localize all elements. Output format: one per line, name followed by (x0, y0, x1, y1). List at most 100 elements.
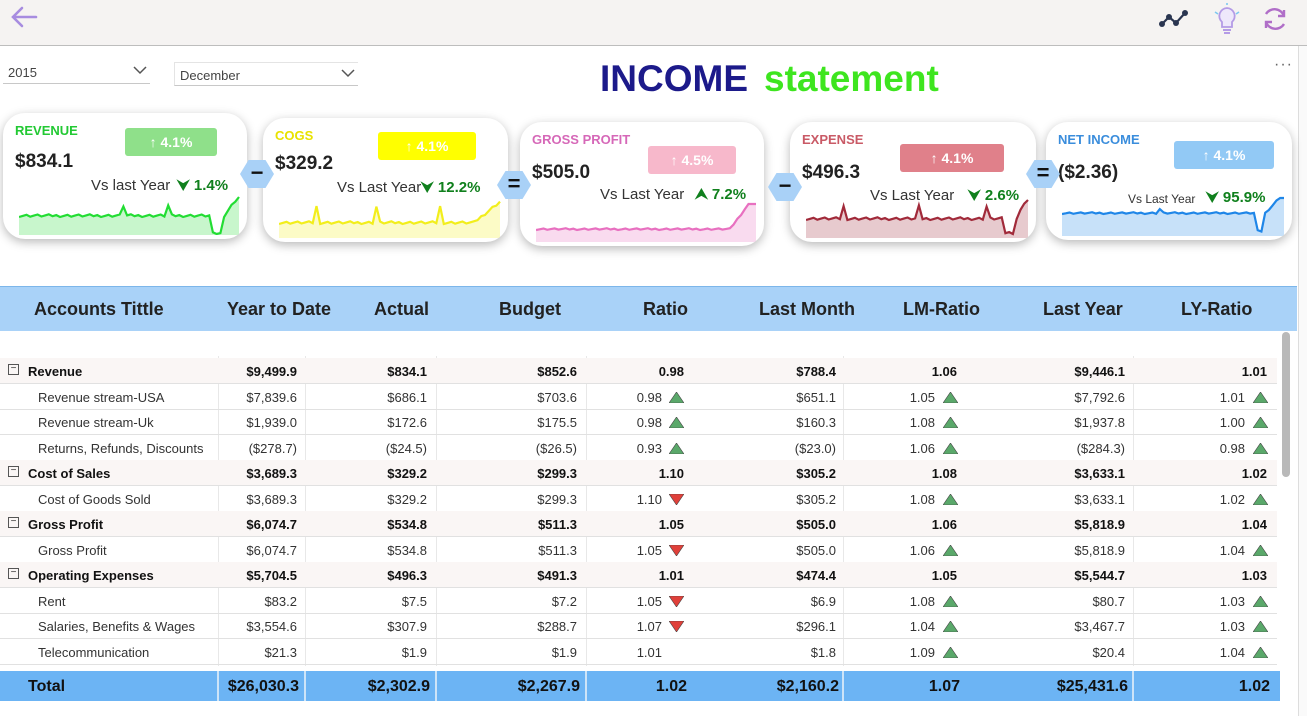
kpi-label: NET INCOME (1058, 132, 1140, 147)
kpi-card-revenue[interactable]: REVENUE ↑ 4.1% $834.1 Vs last Year ⮟ 1.4% (3, 113, 247, 239)
cell-actual: $329.2 (387, 492, 427, 507)
table-row[interactable]: Revenue stream-Uk $1,939.0 $172.6 $175.5 0.9… (0, 409, 1277, 435)
total-last-year: $25,431.6 (1056, 678, 1128, 695)
cell-lyr: 1.01 (1219, 390, 1245, 405)
more-options-icon[interactable]: ··· (1274, 56, 1293, 74)
table-row[interactable]: Cost of Goods Sold $3,689.3 $329.2 $299.3 1.… (0, 486, 1277, 512)
triangle-up-icon (1253, 596, 1268, 607)
collapse-icon[interactable]: − (8, 466, 19, 477)
page-scrollbar[interactable] (1298, 46, 1307, 716)
total-budget: $2,267.9 (517, 678, 580, 695)
cell-ly: $7,792.6 (1074, 390, 1125, 405)
cell-lyr: 1.00 (1219, 415, 1245, 430)
cell-lm: $505.0 (796, 517, 836, 532)
table-row[interactable]: Rent $83.2 $7.5 $7.2 1.05 $6.9 1.08 $80.7 1.03 (0, 588, 1277, 614)
trend-icon[interactable] (1158, 2, 1192, 36)
triangle-down-icon (669, 545, 684, 556)
cell-budget: $299.3 (537, 492, 577, 507)
header-last-year[interactable]: Last Year (1043, 299, 1123, 320)
account-name: Revenue stream-USA (38, 390, 165, 405)
account-name: Salaries, Benefits & Wages (38, 619, 196, 634)
account-name: Revenue (28, 364, 83, 379)
table-row[interactable]: Revenue stream-USA $7,839.6 $686.1 $703.6 0.… (0, 384, 1277, 410)
header-last-month[interactable]: Last Month (759, 299, 855, 320)
table-row[interactable]: Salaries, Benefits & Wages $3,554.6 $307.9… (0, 613, 1277, 639)
kpi-card-expense[interactable]: EXPENSE ↑ 4.1% $496.3 Vs Last Year ⮟ 2.6% (790, 122, 1036, 242)
cell-lmr: 1.09 (909, 645, 935, 660)
kpi-card-gross-profit[interactable]: GROSS PROFIT ↑ 4.5% $505.0 Vs Last Year ⮝ 7.… (520, 122, 764, 246)
cell-ytd: $6,074.7 (246, 517, 297, 532)
cell-lm: $305.2 (796, 466, 836, 481)
triangle-up-icon (943, 545, 958, 556)
table-row[interactable]: Returns, Refunds, Discounts ($278.7) ($24.… (0, 435, 1277, 461)
collapse-icon[interactable]: − (8, 568, 19, 579)
page-title: INCOME statement (600, 58, 939, 100)
month-select[interactable]: December (174, 62, 358, 86)
table-row[interactable]: Gross Profit $6,074.7 $534.8 $511.3 1.05 $505… (0, 537, 1277, 563)
header-budget[interactable]: Budget (499, 299, 561, 320)
cell-lmr: 1.06 (931, 364, 957, 379)
cell-budget: $175.5 (537, 415, 577, 430)
total-separator (1132, 671, 1134, 701)
cell-ratio: 1.07 (636, 619, 662, 634)
sparkline-area (279, 201, 500, 238)
triangle-up-icon (1253, 417, 1268, 428)
collapse-icon[interactable]: − (8, 364, 19, 375)
cell-ytd: ($278.7) (248, 441, 297, 456)
cell-lmr: 1.08 (909, 492, 935, 507)
cell-budget: ($26.5) (535, 441, 577, 456)
cell-actual: $834.1 (387, 364, 427, 379)
lightbulb-icon[interactable] (1210, 2, 1244, 36)
header-ratio[interactable]: Ratio (643, 299, 688, 320)
triangle-up-icon (1253, 545, 1268, 556)
kpi-sparkline (536, 202, 756, 242)
cell-lmr: 1.04 (909, 619, 935, 634)
cell-ly: $1,937.8 (1074, 415, 1125, 430)
title-word-income: INCOME (600, 58, 748, 99)
refresh-icon[interactable] (1258, 2, 1292, 36)
header-actual[interactable]: Actual (374, 299, 429, 320)
account-name: Telecommunication (38, 645, 150, 660)
triangle-down-icon (669, 621, 684, 632)
cell-lyr: 1.01 (1241, 364, 1267, 379)
kpi-change-badge: ↑ 4.1% (125, 128, 217, 156)
header-lm-ratio[interactable]: LM-Ratio (903, 299, 980, 320)
kpi-card-net-income[interactable]: NET INCOME ↑ 4.1% ($2.36) Vs Last Year ⮟ 95.… (1046, 122, 1292, 240)
total-ytd: $26,030.3 (227, 678, 299, 695)
cell-ly: $3,633.1 (1074, 466, 1125, 481)
table-row[interactable]: Telecommunication $21.3 $1.9 $1.9 1.01 $1.8 1.… (0, 639, 1277, 665)
cell-ly: $20.4 (1092, 645, 1125, 660)
cell-ytd: $3,689.3 (246, 492, 297, 507)
cell-actual: $1.9 (401, 645, 427, 660)
cell-ytd: $21.3 (264, 645, 297, 660)
table-group-row[interactable]: − Revenue $9,499.9 $834.1 $852.6 0.98 $788.4 1.… (0, 358, 1277, 384)
cell-lm: $160.3 (796, 415, 836, 430)
cell-lmr: 1.08 (931, 466, 957, 481)
cell-lm: $1.8 (810, 645, 836, 660)
account-name: Cost of Sales (28, 466, 111, 481)
table-scrollbar[interactable] (1282, 332, 1290, 477)
cell-budget: $511.3 (538, 543, 577, 558)
header-accounts-title[interactable]: Accounts Tittle (34, 299, 164, 320)
year-select[interactable]: 2015 (3, 60, 150, 84)
header-year-to-date[interactable]: Year to Date (227, 299, 331, 320)
back-arrow-icon[interactable] (8, 2, 42, 32)
kpi-vs-label: Vs last Year (91, 177, 171, 194)
kpi-card-cogs[interactable]: COGS ↑ 4.1% $329.2 Vs Last Year ⮟ 12.2% (263, 118, 508, 242)
table-group-row[interactable]: − Cost of Sales $3,689.3 $329.2 $299.3 1.10 $3… (0, 460, 1277, 486)
cell-lmr: 1.06 (931, 517, 957, 532)
table-header: Accounts Tittle Year to Date Actual Budg… (0, 286, 1297, 331)
cell-ytd: $7,839.6 (246, 390, 297, 405)
kpi-amount: $496.3 (802, 162, 861, 183)
table-group-row[interactable]: − Operating Expenses $5,704.5 $496.3 $491.3 1… (0, 562, 1277, 588)
cell-budget: $299.3 (537, 466, 577, 481)
collapse-icon[interactable]: − (8, 517, 19, 528)
kpi-vs-label: Vs Last Year (600, 186, 685, 203)
table-group-row[interactable]: − Gross Profit $6,074.7 $534.8 $511.3 1.05 $50… (0, 511, 1277, 537)
account-name: Gross Profit (38, 543, 107, 558)
cell-ratio: 1.10 (658, 466, 684, 481)
header-ly-ratio[interactable]: LY-Ratio (1181, 299, 1252, 320)
account-name: Cost of Goods Sold (38, 492, 151, 507)
sparkline-line (279, 200, 501, 226)
cell-ytd: $1,939.0 (246, 415, 297, 430)
